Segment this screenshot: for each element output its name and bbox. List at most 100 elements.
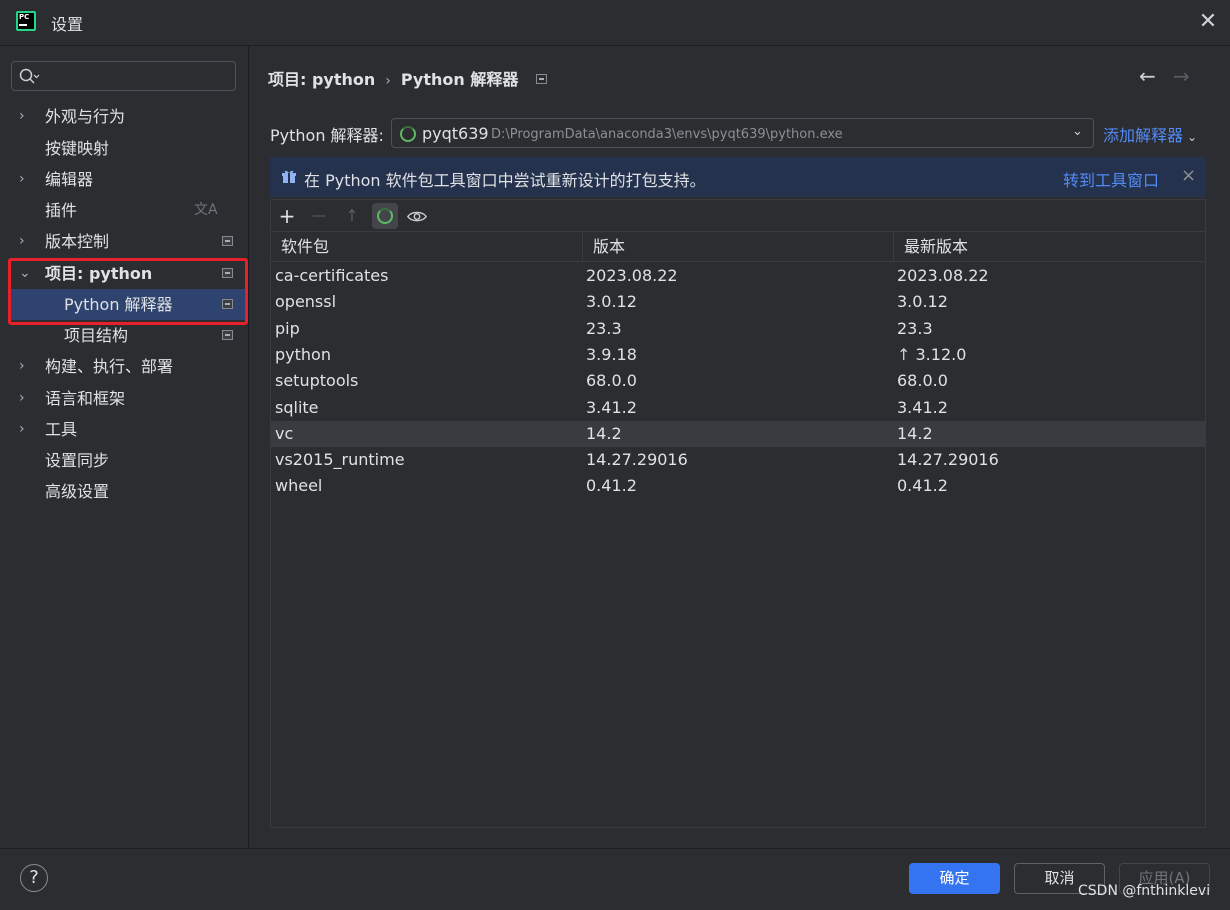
sidebar-item-advanced[interactable]: 高级设置: [0, 476, 248, 507]
sidebar-item-label: 编辑器: [45, 170, 94, 189]
title-bar: PC 设置 ✕: [0, 0, 1230, 46]
sidebar-item-label: 工具: [45, 420, 78, 439]
version-cell: 14.2: [586, 423, 622, 443]
show-early-releases-icon[interactable]: [404, 203, 430, 229]
add-package-icon[interactable]: +: [274, 203, 300, 229]
column-header-latest[interactable]: 最新版本: [893, 232, 1205, 262]
close-icon[interactable]: ✕: [1196, 9, 1220, 35]
sidebar-item-label: Python 解释器: [64, 295, 173, 314]
chevron-right-icon: ›: [19, 421, 25, 437]
packages-toolbar: + — ↑: [271, 200, 1205, 232]
sidebar-item-settings-sync[interactable]: 设置同步: [0, 445, 248, 476]
loading-spinner-icon: [377, 208, 393, 224]
interpreter-label: Python 解释器:: [270, 126, 384, 145]
info-banner: 在 Python 软件包工具窗口中尝试重新设计的打包支持。 转到工具窗口 ×: [270, 157, 1206, 197]
project-scope-icon: [222, 330, 233, 340]
sidebar-item-languages[interactable]: › 语言和框架: [0, 383, 248, 414]
sidebar-item-project-structure[interactable]: 项目结构: [0, 320, 248, 351]
column-header-package[interactable]: 软件包: [271, 232, 582, 262]
add-interpreter-label: 添加解释器: [1103, 126, 1184, 145]
add-interpreter-link[interactable]: 添加解释器 ⌄: [1103, 122, 1197, 146]
sidebar-item-version-control[interactable]: › 版本控制: [0, 226, 248, 257]
table-row[interactable]: sqlite 3.41.2 3.41.2: [271, 395, 1205, 421]
latest-version-cell: 3.0.12: [897, 289, 948, 315]
package-name-cell: sqlite: [275, 397, 319, 417]
back-arrow-icon[interactable]: ←: [1139, 64, 1156, 88]
version-cell: 0.41.2: [586, 476, 637, 496]
sidebar-item-label: 构建、执行、部署: [45, 357, 174, 376]
remove-package-icon[interactable]: —: [306, 203, 332, 229]
packages-panel: + — ↑ 软件包 版本 最新版本 ca-certificates 2023.08…: [270, 199, 1206, 828]
latest-version-text: 23.3: [897, 318, 933, 338]
project-scope-icon: [222, 299, 233, 309]
version-cell: 3.41.2: [586, 397, 637, 417]
table-row[interactable]: wheel 0.41.2 0.41.2: [271, 473, 1205, 499]
table-row[interactable]: vc 14.2 14.2: [271, 420, 1205, 447]
help-icon[interactable]: ?: [20, 864, 48, 892]
latest-version-text: 68.0.0: [897, 371, 948, 391]
chevron-down-icon: ⌄: [1072, 124, 1083, 139]
breadcrumb: 项目: python › Python 解释器: [268, 66, 548, 90]
package-name-cell: ca-certificates: [275, 266, 389, 285]
go-to-tool-window-link[interactable]: 转到工具窗口: [1063, 167, 1159, 191]
package-name-cell: vc: [275, 423, 294, 443]
version-cell: 2023.08.22: [586, 266, 678, 285]
sidebar-item-project[interactable]: ⌄ 项目: python: [0, 258, 248, 289]
chevron-right-icon: ›: [19, 171, 25, 187]
banner-text: 在 Python 软件包工具窗口中尝试重新设计的打包支持。: [304, 171, 706, 190]
ok-button[interactable]: 确定: [909, 863, 1000, 894]
table-row[interactable]: setuptools 68.0.0 68.0.0: [271, 368, 1205, 394]
sidebar-item-label: 版本控制: [45, 232, 110, 251]
upgrade-available-icon: ↑: [897, 344, 916, 364]
package-name-cell: wheel: [275, 476, 323, 496]
sidebar-item-python-interpreter[interactable]: Python 解释器: [11, 289, 248, 320]
table-row[interactable]: ca-certificates 2023.08.22 2023.08.22: [271, 263, 1205, 289]
interpreter-select[interactable]: pyqt639 D:\ProgramData\anaconda3\envs\py…: [391, 118, 1094, 148]
sidebar-item-tools[interactable]: › 工具: [0, 414, 248, 445]
refresh-spinner-button[interactable]: [372, 203, 398, 229]
chevron-down-icon: ⌄: [1187, 130, 1198, 144]
breadcrumb-current: Python 解释器: [400, 70, 519, 89]
sidebar-item-label: 设置同步: [45, 451, 110, 470]
version-cell: 3.0.12: [586, 292, 637, 312]
latest-version-cell: 23.3: [897, 316, 933, 342]
gift-icon: [282, 170, 296, 183]
forward-arrow-icon[interactable]: →: [1173, 64, 1190, 88]
close-icon[interactable]: ×: [1181, 165, 1196, 186]
footer-divider: [0, 848, 1230, 849]
breadcrumb-parent[interactable]: 项目: python: [268, 70, 375, 89]
table-row[interactable]: pip 23.3 23.3: [271, 316, 1205, 342]
sidebar-item-appearance[interactable]: › 外观与行为: [0, 101, 248, 132]
package-name-cell: python: [275, 344, 331, 364]
sidebar-item-keymap[interactable]: 按键映射: [0, 133, 248, 164]
latest-version-text: 3.0.12: [897, 292, 948, 312]
table-row[interactable]: vs2015_runtime 14.27.29016 14.27.29016: [271, 447, 1205, 473]
latest-version-cell: 14.27.29016: [897, 447, 999, 473]
sidebar-item-label: 插件: [45, 201, 78, 220]
latest-version-text: 2023.08.22: [897, 266, 989, 285]
table-row[interactable]: python 3.9.18 ↑ 3.12.0: [271, 342, 1205, 368]
settings-sidebar: › 外观与行为 按键映射 › 编辑器 插件 文A › 版本控制 ⌄ 项目: py…: [0, 46, 248, 848]
search-input[interactable]: [11, 61, 236, 91]
sidebar-item-editor[interactable]: › 编辑器: [0, 164, 248, 195]
sidebar-item-label: 项目结构: [64, 326, 129, 345]
version-cell: 23.3: [586, 318, 622, 338]
latest-version-cell: 68.0.0: [897, 368, 948, 394]
latest-version-cell: 14.2: [897, 421, 933, 447]
watermark: CSDN @fnthinklevi: [1078, 883, 1211, 899]
project-scope-icon: [222, 236, 233, 246]
column-header-version[interactable]: 版本: [582, 232, 893, 262]
pycharm-logo-icon: PC: [16, 11, 36, 31]
upgrade-package-icon[interactable]: ↑: [339, 203, 365, 229]
project-scope-icon: [536, 74, 548, 84]
table-row[interactable]: openssl 3.0.12 3.0.12: [271, 289, 1205, 315]
package-name-cell: openssl: [275, 292, 337, 312]
sidebar-item-plugins[interactable]: 插件 文A: [0, 195, 248, 226]
chevron-right-icon: ›: [19, 390, 25, 406]
chevron-right-icon: ›: [19, 233, 25, 249]
latest-version-text: 0.41.2: [897, 476, 948, 496]
search-icon: [19, 68, 40, 84]
latest-version-cell: 0.41.2: [897, 473, 948, 499]
breadcrumb-separator: ›: [385, 73, 391, 89]
sidebar-item-build[interactable]: › 构建、执行、部署: [0, 351, 248, 382]
